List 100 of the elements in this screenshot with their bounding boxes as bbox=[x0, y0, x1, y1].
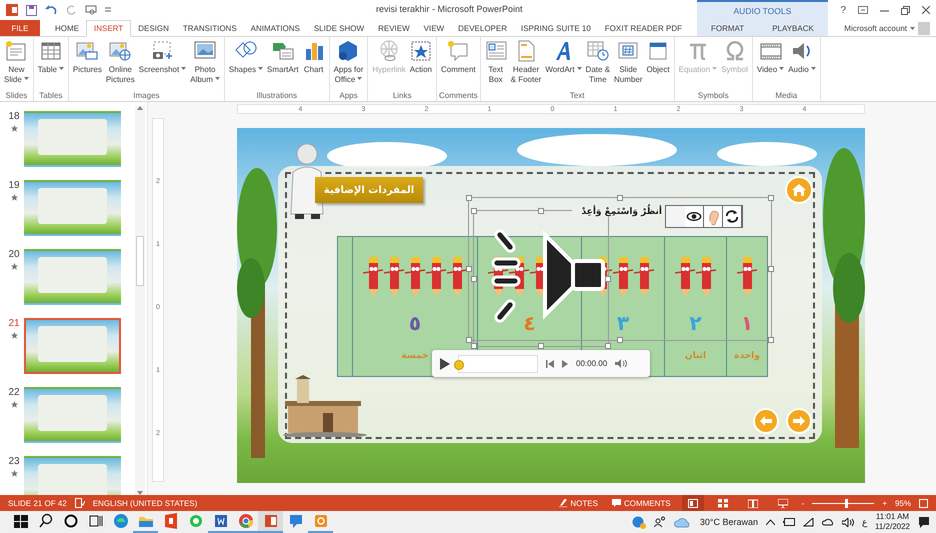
play-icon[interactable] bbox=[440, 358, 450, 370]
clock-time[interactable]: 11:01 AM bbox=[876, 512, 910, 522]
zoom-slider-thumb[interactable] bbox=[845, 498, 848, 508]
restore-icon[interactable] bbox=[901, 6, 910, 14]
input-language[interactable]: ع bbox=[862, 517, 867, 527]
ribbon-tab[interactable]: REVIEW bbox=[371, 20, 417, 36]
chart-button[interactable]: Chart bbox=[300, 37, 327, 91]
ribbon-tab[interactable]: INSERT bbox=[86, 20, 132, 37]
clock-date[interactable]: 11/2/2022 bbox=[875, 522, 910, 532]
zoom-in-button[interactable]: + bbox=[882, 498, 887, 508]
slide-number-button[interactable]: Slide Number bbox=[612, 37, 644, 91]
save-icon[interactable] bbox=[26, 4, 37, 16]
volume-icon[interactable] bbox=[842, 518, 854, 526]
book-icon bbox=[748, 498, 758, 508]
globe-link-icon bbox=[378, 40, 400, 62]
pencil-characters-drawing bbox=[674, 255, 716, 297]
spell-check-icon[interactable] bbox=[74, 498, 85, 508]
group-label: Images bbox=[132, 91, 161, 101]
language-label[interactable]: ENGLISH (UNITED STATES) bbox=[92, 498, 198, 508]
calendar-clock-icon bbox=[586, 40, 609, 62]
header-footer-button[interactable]: Header & Footer bbox=[508, 37, 544, 91]
slide-thumbnail[interactable] bbox=[24, 111, 121, 167]
comment-button[interactable]: Comment bbox=[438, 37, 478, 91]
slide-number: 21 bbox=[8, 318, 20, 329]
help-button[interactable]: ? bbox=[840, 4, 846, 16]
online-pictures-button[interactable]: Online Pictures bbox=[104, 37, 137, 91]
slide-counter: SLIDE 21 OF 42 bbox=[8, 498, 67, 508]
slide-number: 18 bbox=[8, 111, 20, 122]
smartart-button[interactable]: SmartArt bbox=[265, 37, 301, 91]
number-word: اثنان bbox=[684, 351, 706, 361]
presentation-icon[interactable] bbox=[85, 4, 97, 16]
zoom-level[interactable]: 95% bbox=[894, 498, 911, 508]
notification-icon[interactable] bbox=[918, 516, 930, 528]
comments-button[interactable]: COMMENTS bbox=[608, 498, 674, 508]
action-button[interactable]: Action bbox=[408, 37, 434, 91]
number-label: ١ bbox=[740, 311, 754, 337]
scrollbar[interactable] bbox=[135, 106, 145, 495]
ribbon-tab[interactable]: ISPRING SUITE 10 bbox=[514, 20, 598, 36]
pictures-button[interactable]: Pictures bbox=[70, 37, 104, 91]
zoom-out-button[interactable]: - bbox=[802, 498, 804, 508]
text-box-button[interactable]: Text Box bbox=[482, 37, 509, 91]
new-slide-button[interactable]: New Slide bbox=[2, 37, 31, 91]
scroll-up-icon[interactable] bbox=[137, 106, 143, 110]
notes-icon bbox=[559, 499, 568, 507]
skip-forward-icon[interactable] bbox=[562, 360, 568, 368]
slide-thumbnail[interactable] bbox=[24, 387, 121, 443]
photo-album-button[interactable]: Photo Album bbox=[188, 37, 222, 91]
account-link[interactable]: Microsoft account bbox=[844, 24, 907, 32]
ribbon-display-icon[interactable] bbox=[858, 6, 868, 14]
file-tab[interactable]: FILE bbox=[0, 20, 40, 36]
wifi-icon[interactable] bbox=[803, 518, 814, 526]
pencil-characters-drawing bbox=[736, 255, 758, 297]
number-word: خمسة bbox=[401, 351, 429, 361]
ribbon-tab[interactable]: TRANSITIONS bbox=[176, 20, 244, 36]
fit-slide-icon[interactable] bbox=[919, 498, 928, 508]
scrollbar-thumb[interactable] bbox=[136, 236, 144, 286]
normal-view-icon bbox=[688, 498, 698, 508]
ribbon-tab[interactable]: ANIMATIONS bbox=[244, 20, 307, 36]
slide-thumbnail[interactable] bbox=[24, 318, 121, 374]
chevron-up-icon[interactable] bbox=[766, 519, 775, 525]
audio-button[interactable]: Audio bbox=[786, 37, 818, 91]
slide-thumbnail[interactable] bbox=[24, 249, 121, 305]
ribbon-tab[interactable]: VIEW bbox=[416, 20, 452, 36]
ribbon-tab[interactable]: FOXIT READER PDF bbox=[598, 20, 689, 36]
battery-icon[interactable] bbox=[783, 518, 795, 526]
skip-back-icon[interactable] bbox=[546, 360, 554, 368]
table-button[interactable]: Table bbox=[36, 37, 66, 91]
screenshot-button[interactable]: Screenshot bbox=[136, 37, 188, 91]
powerpoint-icon[interactable] bbox=[6, 4, 18, 16]
store-bag-icon bbox=[337, 40, 360, 62]
video-button[interactable]: Video bbox=[754, 37, 786, 91]
undo-icon[interactable] bbox=[45, 5, 59, 15]
cloud-icon[interactable] bbox=[674, 516, 692, 528]
shapes-button[interactable]: Shapes bbox=[226, 37, 266, 91]
group-label: Links bbox=[392, 91, 413, 101]
notes-button[interactable]: NOTES bbox=[556, 498, 601, 508]
apps-button[interactable]: Apps for Office bbox=[332, 37, 366, 91]
star-icon bbox=[10, 401, 18, 408]
ribbon-tab[interactable]: FORMAT bbox=[697, 20, 758, 36]
weather-text[interactable]: 30°C Berawan bbox=[700, 517, 758, 527]
customize-icon[interactable] bbox=[105, 6, 111, 14]
date-time-button[interactable]: Date & Time bbox=[584, 37, 612, 91]
group-label: Media bbox=[774, 91, 798, 101]
ribbon-tab[interactable]: SLIDE SHOW bbox=[306, 20, 372, 36]
people-icon[interactable] bbox=[654, 516, 666, 528]
object-button[interactable]: Object bbox=[644, 37, 672, 91]
ribbon-tab[interactable]: HOME bbox=[48, 20, 86, 36]
ribbon-tab[interactable]: PLAYBACK bbox=[758, 20, 828, 36]
help-circle-icon[interactable] bbox=[632, 515, 646, 529]
ribbon-tab[interactable]: DESIGN bbox=[131, 20, 176, 36]
close-icon[interactable] bbox=[922, 6, 930, 14]
view-button[interactable] bbox=[682, 495, 704, 511]
slide-thumbnail[interactable] bbox=[24, 180, 121, 236]
picture-icon bbox=[76, 40, 98, 62]
cloud-outline-icon[interactable] bbox=[822, 518, 834, 526]
ribbon-tab[interactable]: DEVELOPER bbox=[451, 20, 514, 36]
caret-icon[interactable] bbox=[910, 26, 915, 30]
redo-icon[interactable] bbox=[67, 5, 77, 15]
seek-thumb[interactable] bbox=[454, 360, 464, 370]
wordart-button[interactable]: WordArt bbox=[543, 37, 584, 91]
